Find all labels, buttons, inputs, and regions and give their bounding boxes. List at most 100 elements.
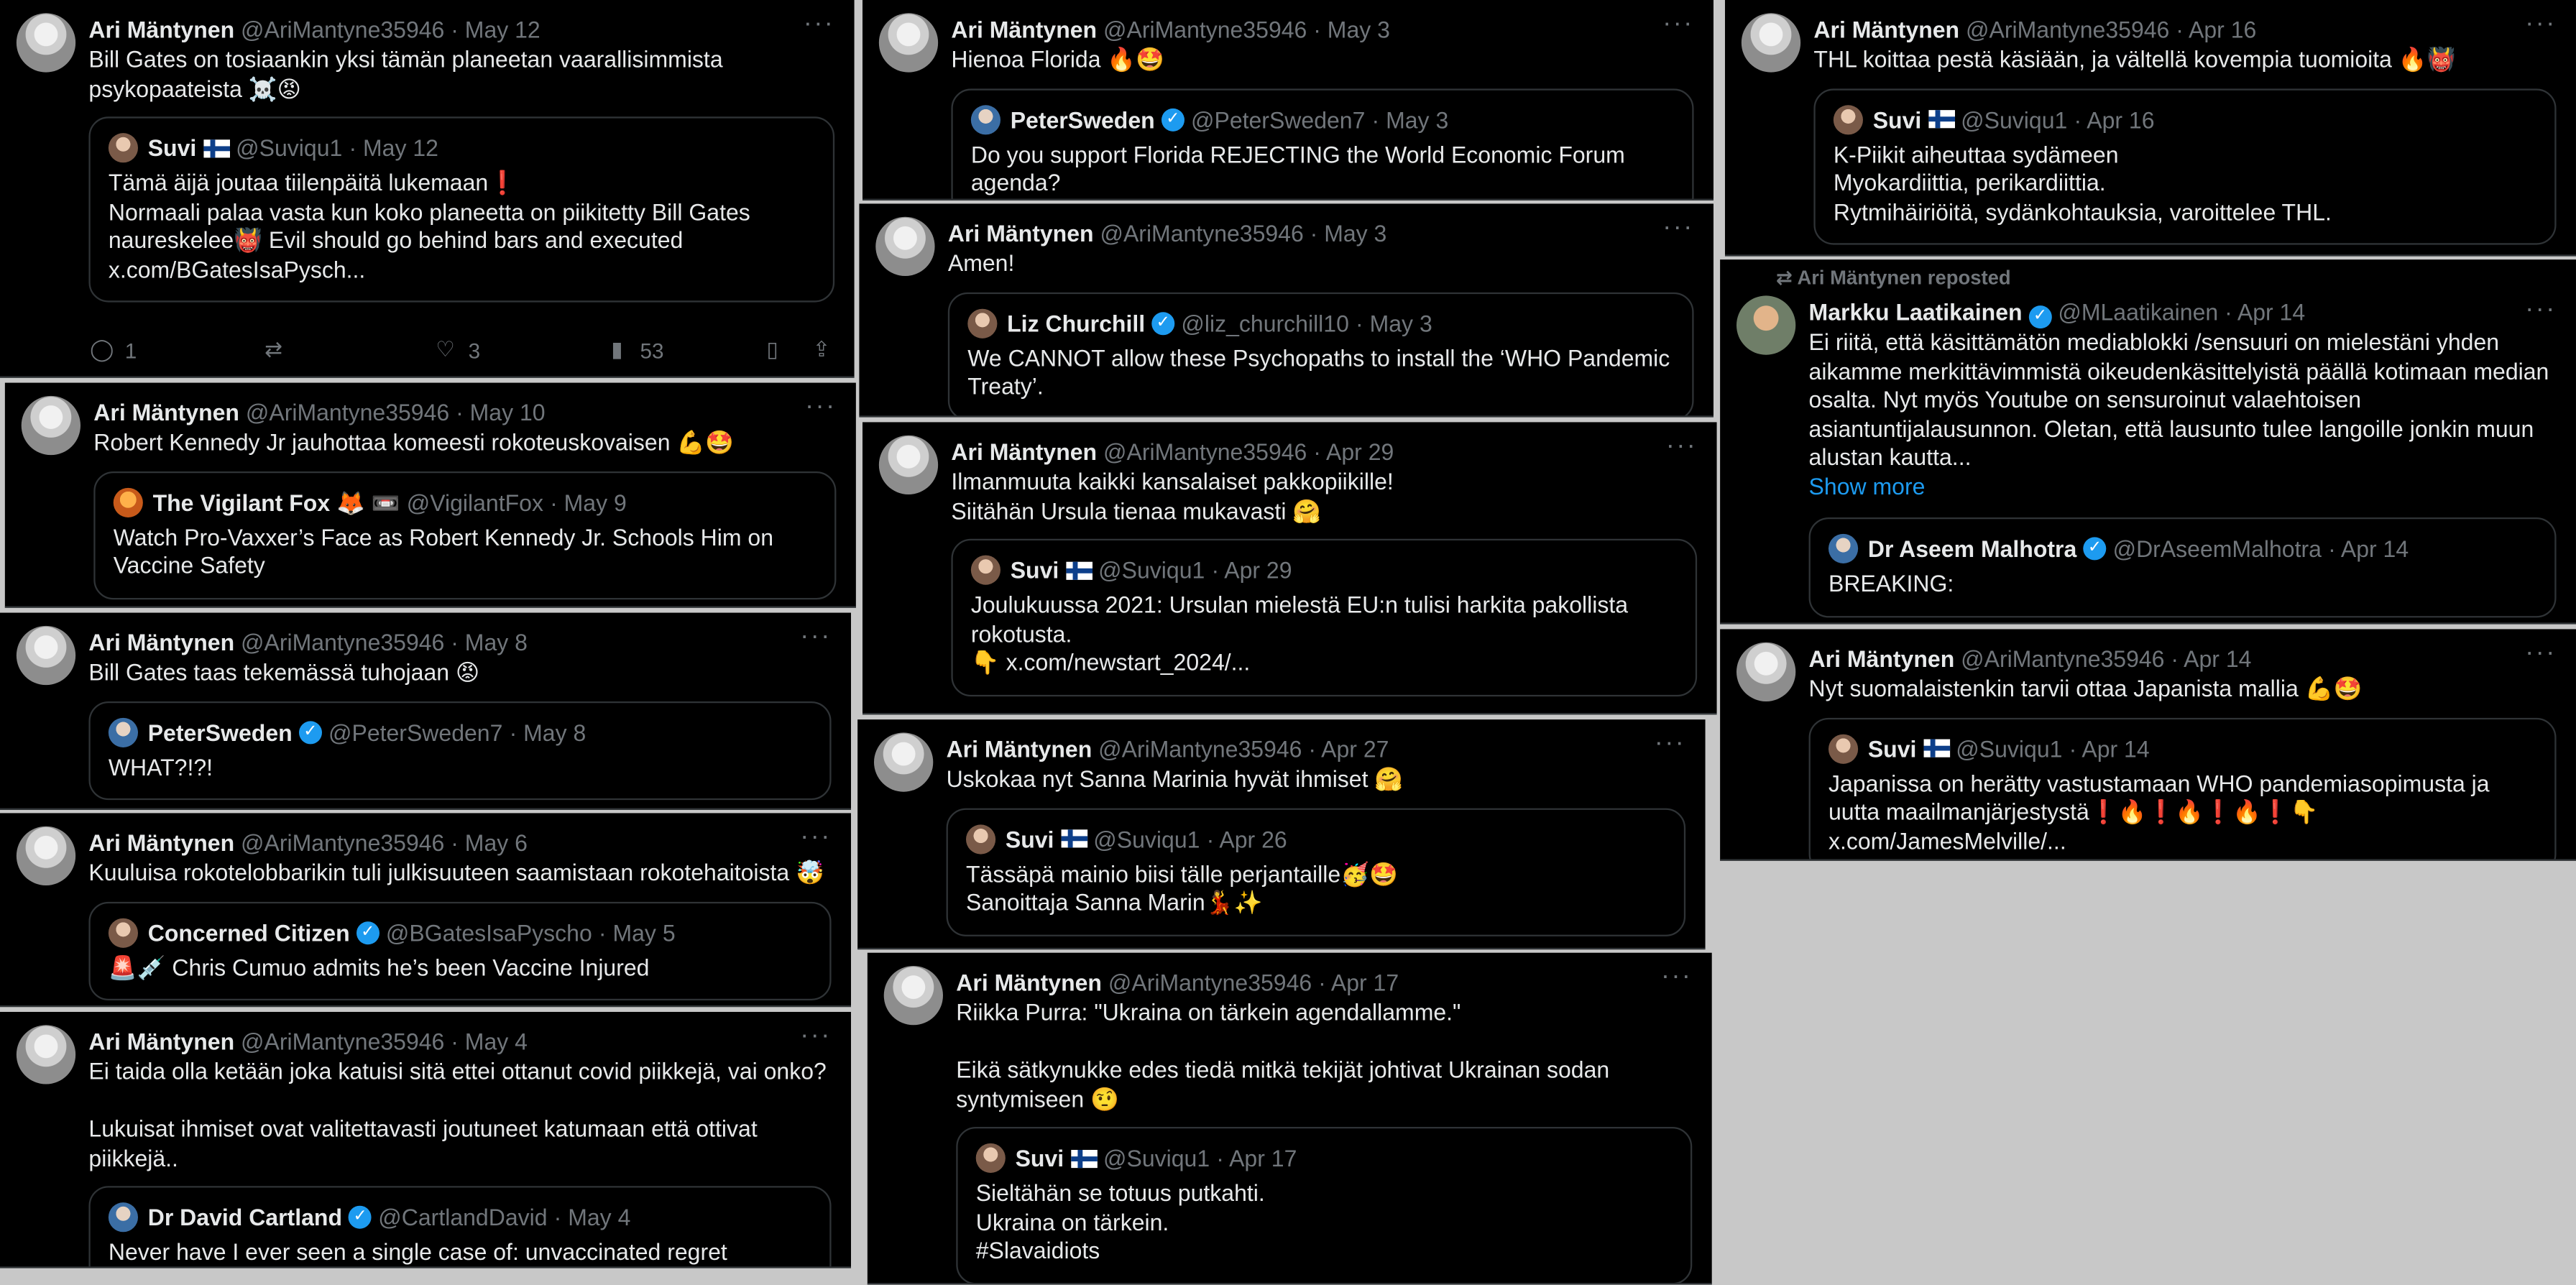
timestamp[interactable]: · Apr 29 <box>1307 438 1394 465</box>
tweet-card[interactable]: ··· Ari Mäntynen @AriMantyne35946 · Apr … <box>1724 0 2576 257</box>
repost-button[interactable]: ⇄ <box>260 337 432 364</box>
avatar[interactable] <box>878 13 939 73</box>
quote-author-name: Suvi <box>1010 556 1059 584</box>
author-handle[interactable]: @AriMantyne35946 <box>1103 17 1307 43</box>
avatar[interactable] <box>875 216 935 276</box>
views-icon: ▮ <box>611 336 623 361</box>
tweet-card[interactable]: ··· Ari Mäntynen @AriMantyne35946 · Apr … <box>862 422 1717 715</box>
reply-button[interactable]: ◯ 1 <box>88 337 260 364</box>
timestamp[interactable]: · May 3 <box>1307 17 1390 43</box>
quoted-tweet[interactable]: Dr David Cartland ✓ @CartlandDavid · May 4 … <box>88 1186 832 1267</box>
tweet-card[interactable]: ··· Ari Mäntynen @AriMantyne35946 · Apr … <box>867 952 1712 1285</box>
share-icon[interactable]: ⇪ <box>809 337 834 364</box>
show-more-link[interactable]: Show more <box>1809 472 2557 501</box>
tweet-collage: ··· Ari Mäntynen @AriMantyne35946 · May … <box>0 0 2576 1285</box>
author-handle[interactable]: @AriMantyne35946 <box>1098 736 1302 763</box>
quoted-tweet[interactable]: Suvi @Suviqu1 · Apr 29 Joulukuussa 2021: U… <box>951 538 1698 696</box>
avatar <box>970 104 1000 134</box>
avatar[interactable] <box>873 732 934 792</box>
author-handle[interactable]: @MLaatikainen <box>2058 299 2218 326</box>
quoted-tweet[interactable]: Suvi @Suviqu1 · Apr 16 K-Piikit aiheuttaa … <box>1813 88 2557 245</box>
tweet-card[interactable]: ··· Ari Mäntynen @AriMantyne35946 · Apr … <box>1720 629 2576 861</box>
avatar[interactable] <box>883 965 943 1026</box>
author-handle[interactable]: @AriMantyne35946 <box>1103 438 1307 465</box>
quote-text: BREAKING: <box>1828 570 1954 597</box>
quote-author-handle: @DrAseemMalhotra <box>2112 535 2322 562</box>
author-handle[interactable]: @AriMantyne35946 <box>241 629 444 655</box>
timestamp[interactable]: · Apr 14 <box>2218 299 2305 326</box>
quoted-tweet[interactable]: PeterSweden ✓ @PeterSweden7 · May 3 Do you … <box>951 88 1694 199</box>
timestamp[interactable]: · May 10 <box>449 399 546 425</box>
author-name[interactable]: Ari Mäntynen <box>93 399 239 425</box>
author-name[interactable]: Ari Mäntynen <box>951 17 1097 43</box>
tweet-card[interactable]: ··· Ari Mäntynen @AriMantyne35946 · May … <box>0 813 851 1008</box>
timestamp[interactable]: · May 8 <box>444 629 528 655</box>
author-name[interactable]: Ari Mäntynen <box>948 220 1094 247</box>
avatar[interactable] <box>16 13 76 73</box>
quote-text: WHAT?!?! <box>108 752 213 780</box>
reposted-label: Ari Mäntynen reposted <box>1797 266 2011 290</box>
avatar[interactable] <box>16 826 76 885</box>
tweet-card[interactable]: ··· Ari Mäntynen @AriMantyne35946 · May … <box>862 0 1714 201</box>
finland-flag-icon <box>1065 561 1092 579</box>
author-handle[interactable]: @AriMantyne35946 <box>241 829 444 856</box>
avatar[interactable] <box>21 395 80 456</box>
quoted-tweet[interactable]: PeterSweden ✓ @PeterSweden7 · May 8 WHAT?!?… <box>88 700 832 801</box>
bookmark-icon[interactable]: ▯ <box>759 337 785 364</box>
author-name[interactable]: Ari Mäntynen <box>956 969 1102 996</box>
quote-author-handle: @Suviqu1 <box>1103 1145 1210 1171</box>
timestamp[interactable]: · Apr 17 <box>1312 969 1399 996</box>
quoted-tweet[interactable]: Concerned Citizen ✓ @BGatesIsaPyscho · May … <box>88 901 832 1000</box>
like-button[interactable]: ♡ 3 <box>432 337 604 364</box>
author-handle[interactable]: @AriMantyne35946 <box>1100 220 1303 247</box>
author-handle[interactable]: @AriMantyne35946 <box>1966 17 2169 43</box>
tweet-card[interactable]: ··· Ari Mäntynen @AriMantyne35946 · May … <box>0 612 851 810</box>
avatar[interactable] <box>1736 642 1796 701</box>
author-handle[interactable]: @AriMantyne35946 <box>241 1028 444 1055</box>
timestamp[interactable]: · Apr 27 <box>1302 736 1389 763</box>
timestamp[interactable]: · Apr 14 <box>2164 645 2251 672</box>
quoted-tweet[interactable]: Dr Aseem Malhotra ✓ @DrAseemMalhotra · Apr … <box>1808 517 2557 617</box>
timestamp[interactable]: · May 12 <box>444 17 540 43</box>
quoted-tweet[interactable]: Liz Churchill ✓ @liz_churchill10 · May 3 We… <box>947 291 1694 416</box>
author-name[interactable]: Ari Mäntynen <box>88 629 234 655</box>
quote-text: 🚨💉 Chris Cumuo admits he’s been Vaccine … <box>108 953 650 980</box>
views-button[interactable]: ▮ 53 <box>604 337 759 364</box>
avatar[interactable] <box>1741 13 1801 73</box>
author-name[interactable]: Ari Mäntynen <box>88 17 234 43</box>
verified-badge-icon: ✓ <box>298 720 322 744</box>
author-handle[interactable]: @AriMantyne35946 <box>241 17 444 43</box>
quoted-tweet[interactable]: Suvi @Suviqu1 · Apr 14 Japanissa on herätt… <box>1808 717 2557 860</box>
author-name[interactable]: Ari Mäntynen <box>951 438 1097 465</box>
tweet-card[interactable]: ··· Ari Mäntynen @AriMantyne35946 · May … <box>0 0 855 378</box>
tweet-card[interactable]: ··· Ari Mäntynen @AriMantyne35946 · Apr … <box>857 719 1706 950</box>
quoted-tweet[interactable]: Suvi @Suviqu1 · May 12 Tämä äijä joutaa ti… <box>88 116 835 303</box>
author-handle[interactable]: @AriMantyne35946 <box>1108 969 1312 996</box>
timestamp[interactable]: · May 4 <box>444 1028 528 1055</box>
author-handle[interactable]: @AriMantyne35946 <box>246 399 449 425</box>
author-name[interactable]: Ari Mäntynen <box>947 736 1092 763</box>
timestamp[interactable]: · Apr 16 <box>2169 17 2256 43</box>
quoted-tweet[interactable]: Suvi @Suviqu1 · Apr 26 Tässäpä mainio biis… <box>946 807 1686 936</box>
timestamp[interactable]: · May 3 <box>1304 220 1387 247</box>
avatar[interactable] <box>16 1025 76 1084</box>
quoted-tweet[interactable]: The Vigilant Fox 🦊 📼 @VigilantFox · May 9 … <box>93 470 837 599</box>
tweet-card[interactable]: ··· Ari Mäntynen @AriMantyne35946 · May … <box>859 203 1714 418</box>
avatar[interactable] <box>878 435 939 494</box>
tweet-card[interactable]: ··· Ari Mäntynen @AriMantyne35946 · May … <box>4 382 856 608</box>
author-handle[interactable]: @AriMantyne35946 <box>1961 645 2164 672</box>
avatar[interactable] <box>1736 295 1796 355</box>
timestamp[interactable]: · May 6 <box>444 829 528 856</box>
quote-author-name: The Vigilant Fox 🦊 📼 <box>152 488 400 515</box>
author-name[interactable]: Ari Mäntynen <box>1813 17 1959 43</box>
author-name[interactable]: Markku Laatikainen <box>1809 299 2023 326</box>
quote-timestamp: · Apr 16 <box>2074 106 2155 132</box>
author-name[interactable]: Ari Mäntynen <box>88 1028 234 1055</box>
tweet-card[interactable]: ⇄ Ari Mäntynen reposted ··· Markku Laati… <box>1720 259 2576 625</box>
tweet-card[interactable]: ··· Ari Mäntynen @AriMantyne35946 · May … <box>0 1011 851 1268</box>
quote-timestamp: · May 4 <box>553 1204 631 1230</box>
author-name[interactable]: Ari Mäntynen <box>88 829 234 856</box>
avatar[interactable] <box>16 625 76 686</box>
author-name[interactable]: Ari Mäntynen <box>1809 645 1955 672</box>
quoted-tweet[interactable]: Suvi @Suviqu1 · Apr 17 Sieltähän se totuus… <box>956 1126 1693 1284</box>
